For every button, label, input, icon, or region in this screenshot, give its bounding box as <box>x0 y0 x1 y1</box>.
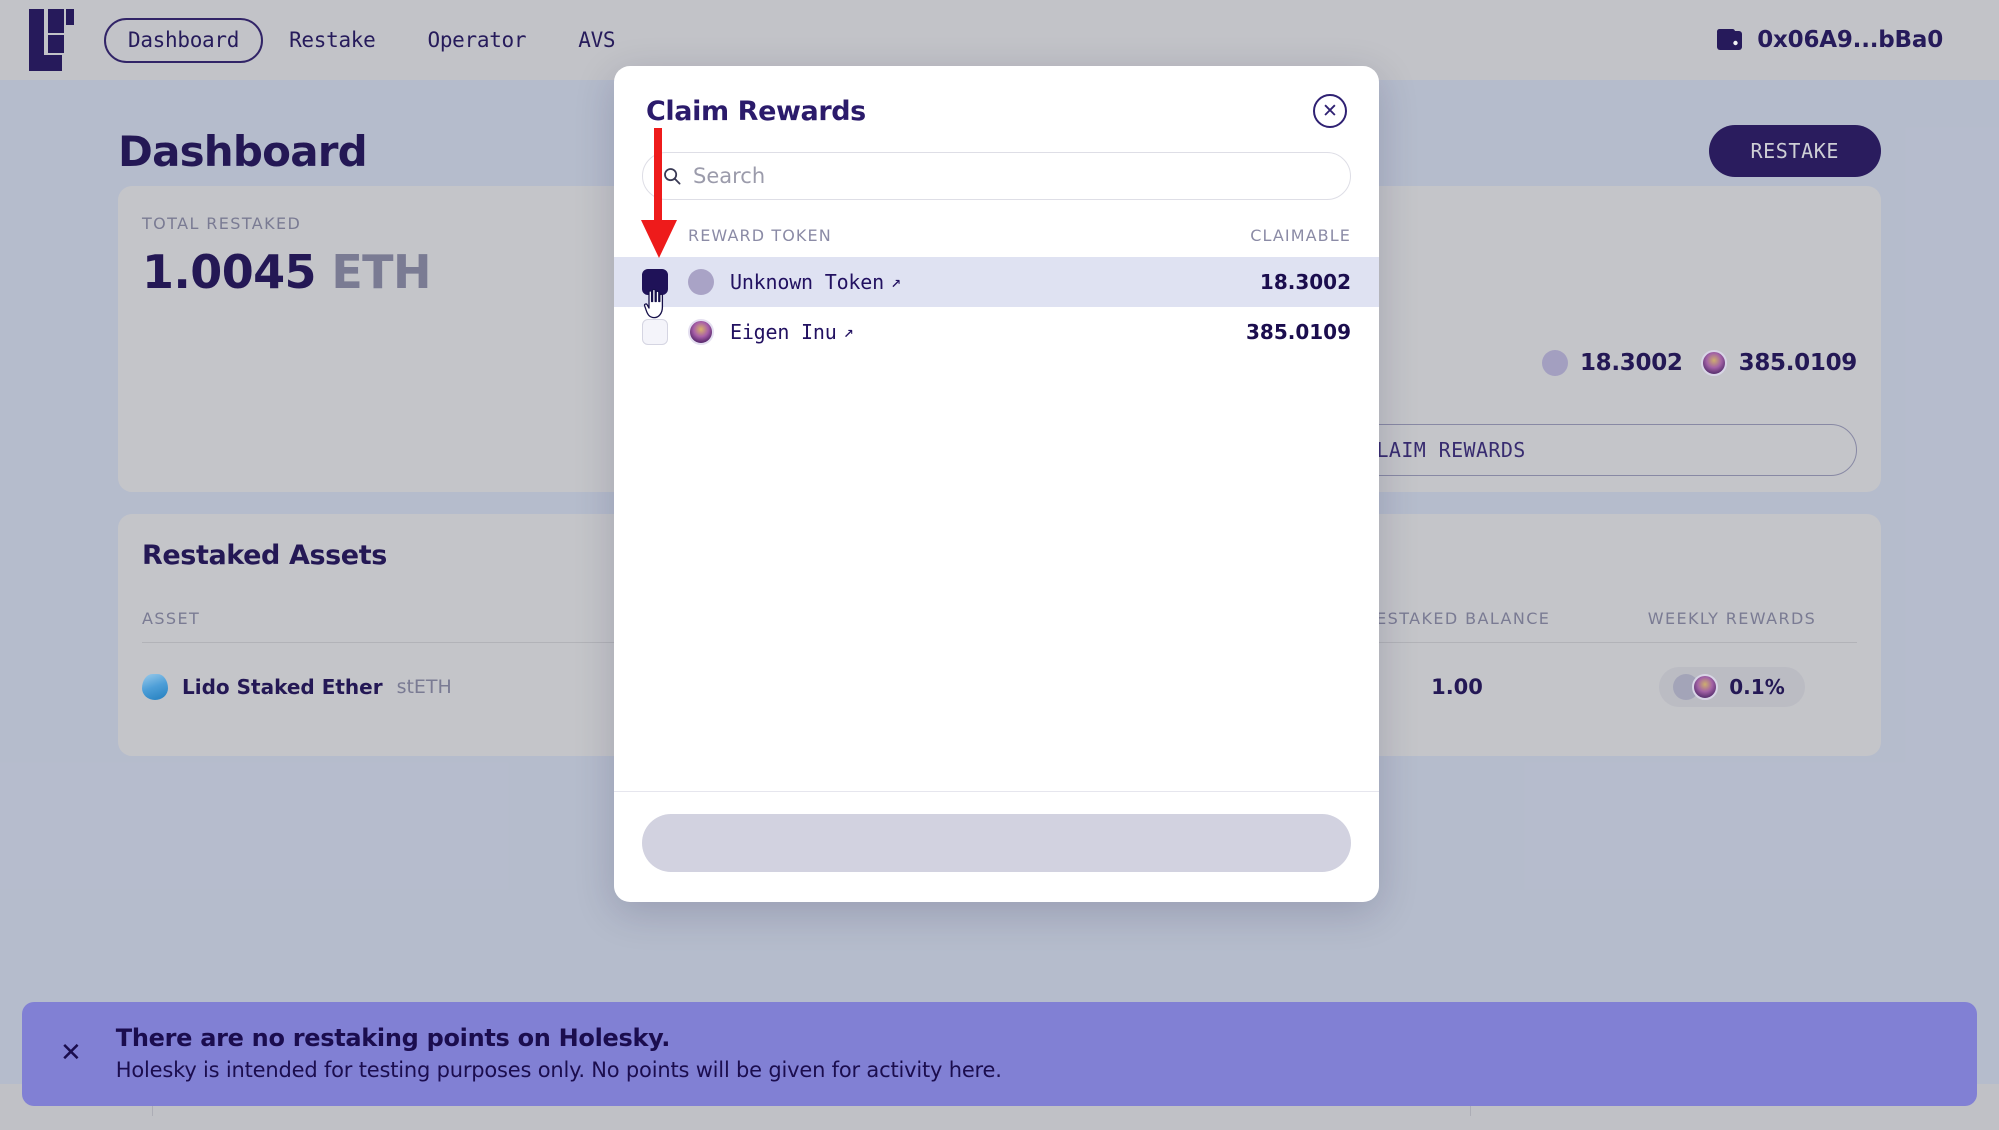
token-info: Eigen Inu ↗ <box>688 319 1246 345</box>
search-placeholder: Search <box>693 164 766 188</box>
token-claimable: 385.0109 <box>1245 320 1351 344</box>
holesky-notice-banner: ✕ There are no restaking points on Holes… <box>22 1002 1977 1106</box>
column-header-claimable: CLAIMABLE <box>1250 226 1351 245</box>
modal-footer <box>614 791 1379 902</box>
search-icon <box>664 168 681 185</box>
token-name-text: Eigen Inu <box>730 320 837 344</box>
modal-header: Claim Rewards ✕ <box>614 66 1379 128</box>
token-name[interactable]: Eigen Inu ↗ <box>730 320 854 344</box>
eigen-inu-token-icon <box>688 319 714 345</box>
banner-text: There are no restaking points on Holesky… <box>116 1024 1002 1082</box>
modal-title: Claim Rewards <box>646 95 866 127</box>
claim-rewards-modal: Claim Rewards ✕ Search REWARD TOKEN CLAI… <box>614 66 1379 902</box>
row-checkbox-eigen-inu[interactable] <box>642 319 668 345</box>
unknown-token-icon <box>688 269 714 295</box>
external-link-icon[interactable]: ↗ <box>844 322 854 342</box>
column-header-reward-token: REWARD TOKEN <box>688 226 832 245</box>
list-item[interactable]: Unknown Token ↗ 18.3002 <box>614 257 1379 307</box>
rewards-table-body: Unknown Token ↗ 18.3002 Eigen Inu ↗ 385.… <box>614 257 1379 791</box>
row-checkbox-unknown-token[interactable] <box>642 269 668 295</box>
token-info: Unknown Token ↗ <box>688 269 1260 295</box>
banner-title: There are no restaking points on Holesky… <box>115 1024 671 1052</box>
search-wrapper: Search <box>614 128 1379 200</box>
search-input[interactable]: Search <box>642 152 1351 200</box>
list-item[interactable]: Eigen Inu ↗ 385.0109 <box>614 307 1379 357</box>
token-name[interactable]: Unknown Token ↗ <box>730 270 901 294</box>
submit-claim-button[interactable] <box>642 814 1351 872</box>
token-name-text: Unknown Token <box>730 270 884 294</box>
external-link-icon[interactable]: ↗ <box>891 272 901 292</box>
token-claimable: 18.3002 <box>1259 270 1351 294</box>
rewards-table-header: REWARD TOKEN CLAIMABLE <box>614 200 1379 257</box>
banner-body: Holesky is intended for testing purposes… <box>115 1058 1002 1082</box>
close-icon[interactable]: ✕ <box>1313 94 1347 128</box>
close-icon[interactable]: ✕ <box>52 1038 90 1068</box>
